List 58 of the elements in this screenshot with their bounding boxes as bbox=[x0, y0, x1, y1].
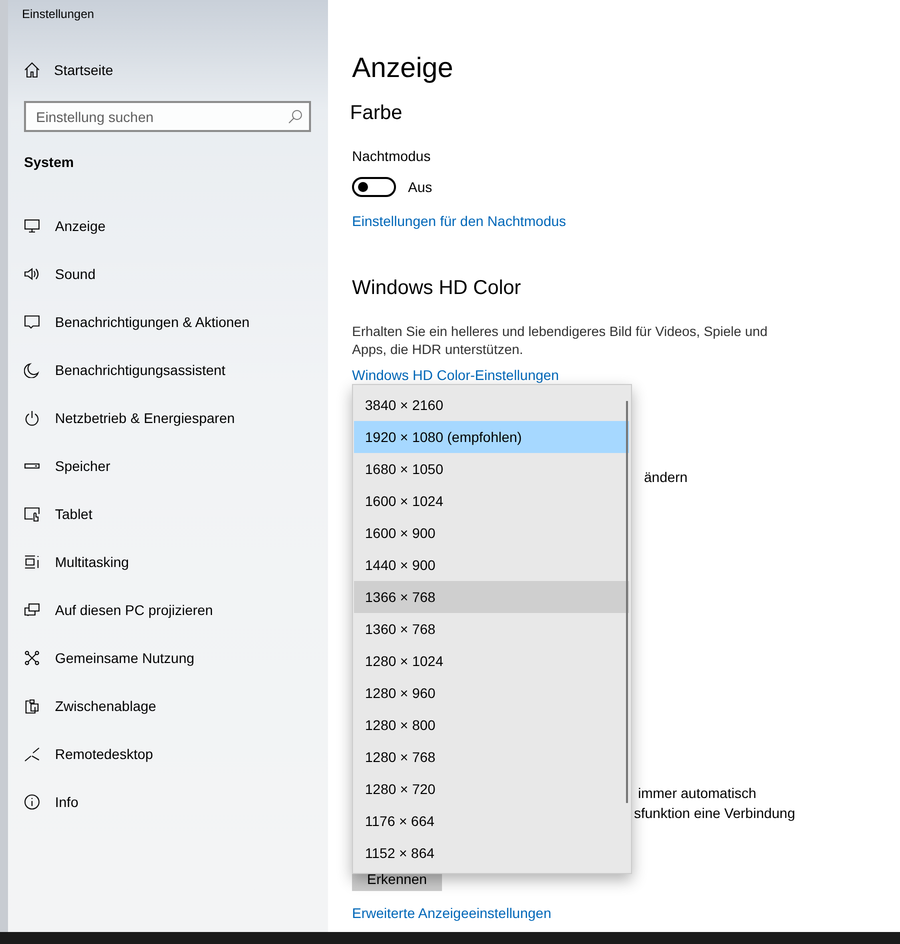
dropdown-option[interactable]: 1280 × 960 bbox=[354, 677, 629, 709]
dropdown-option[interactable]: 1176 × 664 bbox=[354, 805, 629, 837]
description-text: Erhalten Sie ein helleres und lebendigeres Bild für Videos, Spiele und Apps, die HDR unterstützen. bbox=[352, 323, 769, 359]
page-title: Anzeige bbox=[352, 52, 454, 85]
sidebar-item[interactable]: Remotedesktop bbox=[8, 730, 154, 778]
share-icon bbox=[24, 650, 40, 666]
dropdown-option[interactable]: 1680 × 1050 bbox=[354, 453, 629, 485]
dropdown-option[interactable]: 1600 × 900 bbox=[354, 517, 629, 549]
setting-text: sfunktion eine Verbindung bbox=[634, 805, 796, 821]
clipboard-icon bbox=[24, 698, 40, 714]
setting-text: immer automatisch bbox=[638, 785, 756, 801]
section-heading: Windows HD Color bbox=[352, 277, 521, 301]
home-item[interactable]: Startseite bbox=[24, 54, 114, 86]
remote-icon bbox=[24, 746, 40, 762]
dropdown-option[interactable]: 3840 × 2160 bbox=[354, 389, 629, 421]
info-icon bbox=[24, 794, 40, 810]
sidebar-item[interactable]: Zwischenablage bbox=[8, 682, 156, 730]
sidebar-item[interactable]: Sound bbox=[8, 250, 96, 298]
advanced-display-link[interactable]: Erweiterte Anzeigeeinstellungen bbox=[352, 905, 552, 921]
home-icon bbox=[24, 62, 40, 78]
section-heading: System bbox=[24, 154, 74, 172]
dropdown-option[interactable]: 1600 × 1024 bbox=[354, 485, 629, 517]
sidebar-item[interactable]: Benachrichtigungsassistent bbox=[8, 346, 226, 394]
sidebar-item[interactable]: Netzbetrieb & Energiesparen bbox=[8, 394, 235, 442]
hdr-settings-link[interactable]: Windows HD Color-Einstellungen bbox=[352, 367, 559, 383]
sidebar-item[interactable]: Benachrichtigungen & Aktionen bbox=[8, 298, 250, 346]
dropdown-option[interactable]: 1280 × 1024 bbox=[354, 645, 629, 677]
speaker-icon bbox=[24, 266, 40, 282]
window-title: Einstellungen bbox=[21, 6, 96, 23]
dropdown-option[interactable]: 1360 × 768 bbox=[354, 613, 629, 645]
projection-icon bbox=[24, 602, 40, 618]
sidebar-item[interactable]: Info bbox=[8, 778, 78, 826]
sidebar-item[interactable]: Tablet bbox=[8, 490, 92, 538]
monitor-icon bbox=[24, 218, 40, 234]
setting-text: ändern bbox=[644, 469, 688, 485]
power-icon bbox=[24, 410, 40, 426]
dropdown-option[interactable]: 1280 × 768 bbox=[354, 741, 629, 773]
sidebar-item[interactable]: Gemeinsame Nutzung bbox=[8, 634, 194, 682]
dropdown-option[interactable]: 1280 × 720 bbox=[354, 773, 629, 805]
sidebar-item[interactable]: Auf diesen PC projizieren bbox=[8, 586, 213, 634]
search-field[interactable]: Einstellung suchen bbox=[24, 101, 311, 132]
dropdown-option[interactable]: 1920 × 1080 (empfohlen) bbox=[354, 421, 629, 453]
multitasking-icon bbox=[24, 554, 40, 570]
sidebar-item[interactable]: Multitasking bbox=[8, 538, 129, 586]
dropdown-option[interactable]: 1280 × 800 bbox=[354, 709, 629, 741]
toggle-state: Aus bbox=[408, 179, 432, 195]
sidebar-item[interactable]: Anzeige bbox=[8, 202, 106, 250]
moon-icon bbox=[24, 362, 40, 378]
section-heading: Farbe bbox=[350, 102, 402, 126]
speech-bubble-icon bbox=[24, 314, 40, 330]
tablet-icon bbox=[24, 506, 40, 522]
dropdown-option[interactable]: 1366 × 768 bbox=[354, 581, 629, 613]
sidebar-item[interactable]: Speicher bbox=[8, 442, 110, 490]
toggle-switch[interactable] bbox=[352, 177, 396, 197]
search-icon bbox=[287, 109, 303, 125]
toggle-label: Nachtmodus bbox=[352, 148, 431, 166]
night-mode-link[interactable]: Einstellungen für den Nachtmodus bbox=[352, 213, 566, 229]
dropdown-option[interactable]: 1440 × 900 bbox=[354, 549, 629, 581]
